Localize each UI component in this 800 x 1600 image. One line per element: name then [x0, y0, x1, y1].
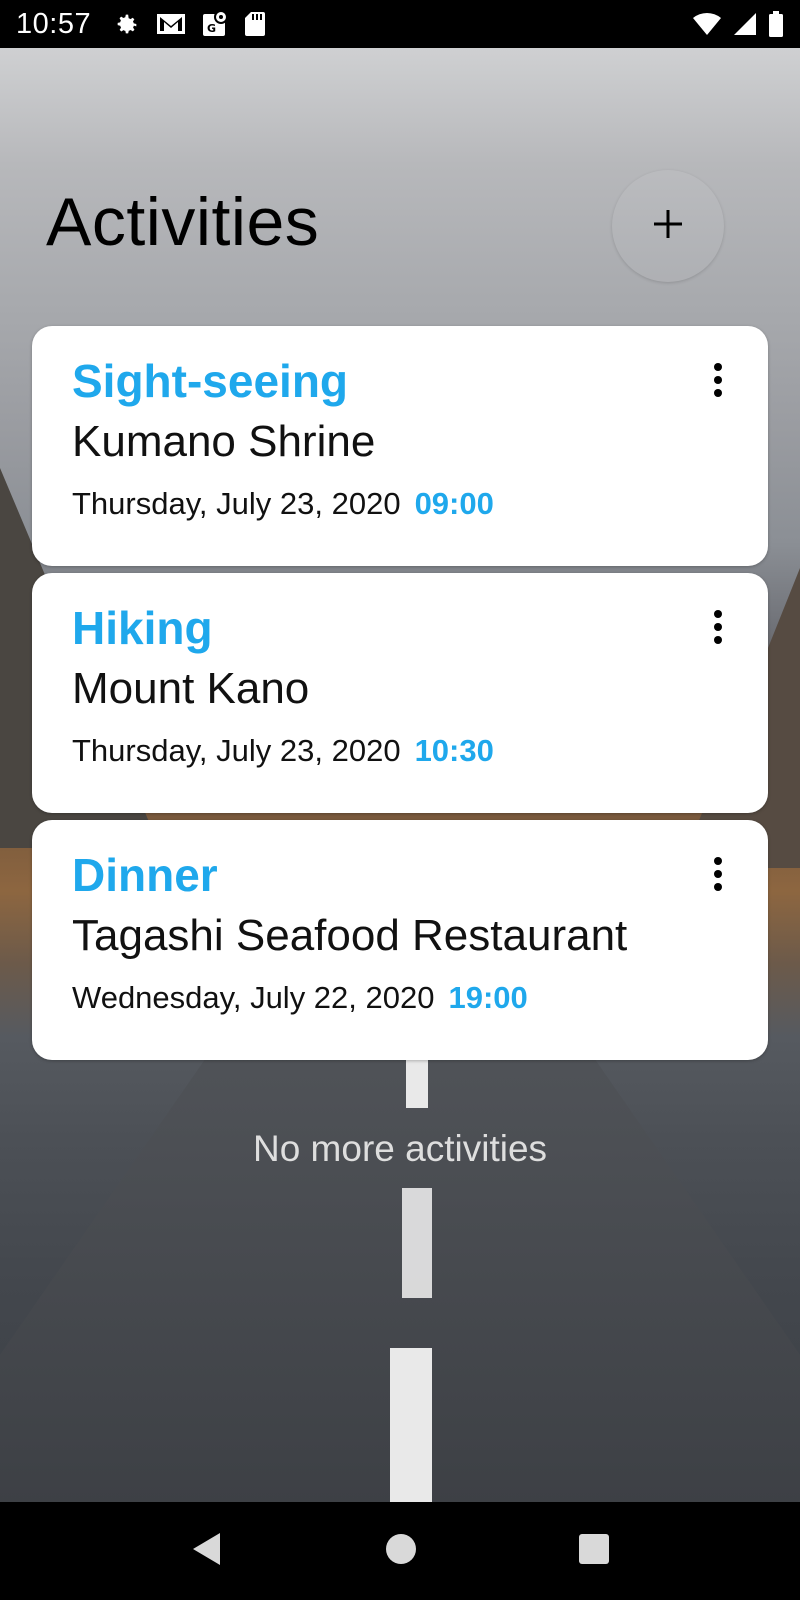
sd-card-icon	[243, 10, 267, 38]
svg-text:G: G	[207, 22, 216, 35]
activity-date: Thursday, July 23, 2020	[72, 486, 401, 521]
navigation-bar	[0, 1502, 800, 1600]
activity-place: Tagashi Seafood Restaurant	[72, 911, 628, 960]
gear-icon	[113, 10, 141, 38]
activity-datetime: Wednesday, July 22, 2020 19:00	[72, 980, 728, 1016]
signal-icon	[732, 11, 758, 37]
activity-date: Wednesday, July 22, 2020	[72, 980, 435, 1015]
more-options-icon[interactable]	[708, 856, 728, 892]
activity-datetime: Thursday, July 23, 2020 10:30	[72, 733, 728, 769]
activity-place: Kumano Shrine	[72, 417, 376, 466]
gmail-icon	[155, 11, 187, 37]
notification-icons: G	[113, 10, 267, 38]
app-screen: Activities Sight-seeing Kumano Shrine Th…	[0, 48, 800, 1502]
activity-time: 09:00	[414, 486, 494, 521]
list-end-message: No more activities	[252, 1128, 548, 1169]
activity-type: Hiking	[72, 602, 213, 654]
back-icon[interactable]	[190, 1531, 224, 1572]
recents-icon[interactable]	[578, 1533, 610, 1570]
status-time: 10:57	[16, 7, 92, 40]
more-options-icon[interactable]	[708, 609, 728, 645]
activity-card[interactable]: Sight-seeing Kumano Shrine Thursday, Jul…	[32, 326, 768, 566]
system-icons	[692, 10, 784, 38]
battery-icon	[768, 10, 784, 38]
plus-icon	[652, 208, 684, 245]
activity-time: 19:00	[448, 980, 528, 1015]
activity-datetime: Thursday, July 23, 2020 09:00	[72, 486, 728, 522]
activity-place: Mount Kano	[72, 664, 310, 713]
home-icon[interactable]	[385, 1533, 417, 1570]
add-activity-button[interactable]	[612, 170, 724, 282]
activity-card[interactable]: Dinner Tagashi Seafood Restaurant Wednes…	[32, 820, 768, 1060]
more-options-icon[interactable]	[708, 362, 728, 398]
activity-type: Sight-seeing	[72, 355, 349, 407]
wifi-icon	[692, 12, 722, 36]
activity-type: Dinner	[72, 849, 218, 901]
activity-card[interactable]: Hiking Mount Kano Thursday, July 23, 202…	[32, 573, 768, 813]
page-title: Activities	[46, 184, 320, 260]
activity-time: 10:30	[414, 733, 494, 768]
activity-date: Thursday, July 23, 2020	[72, 733, 401, 768]
maps-icon: G	[201, 10, 229, 38]
status-bar: 10:57 G	[0, 0, 800, 48]
